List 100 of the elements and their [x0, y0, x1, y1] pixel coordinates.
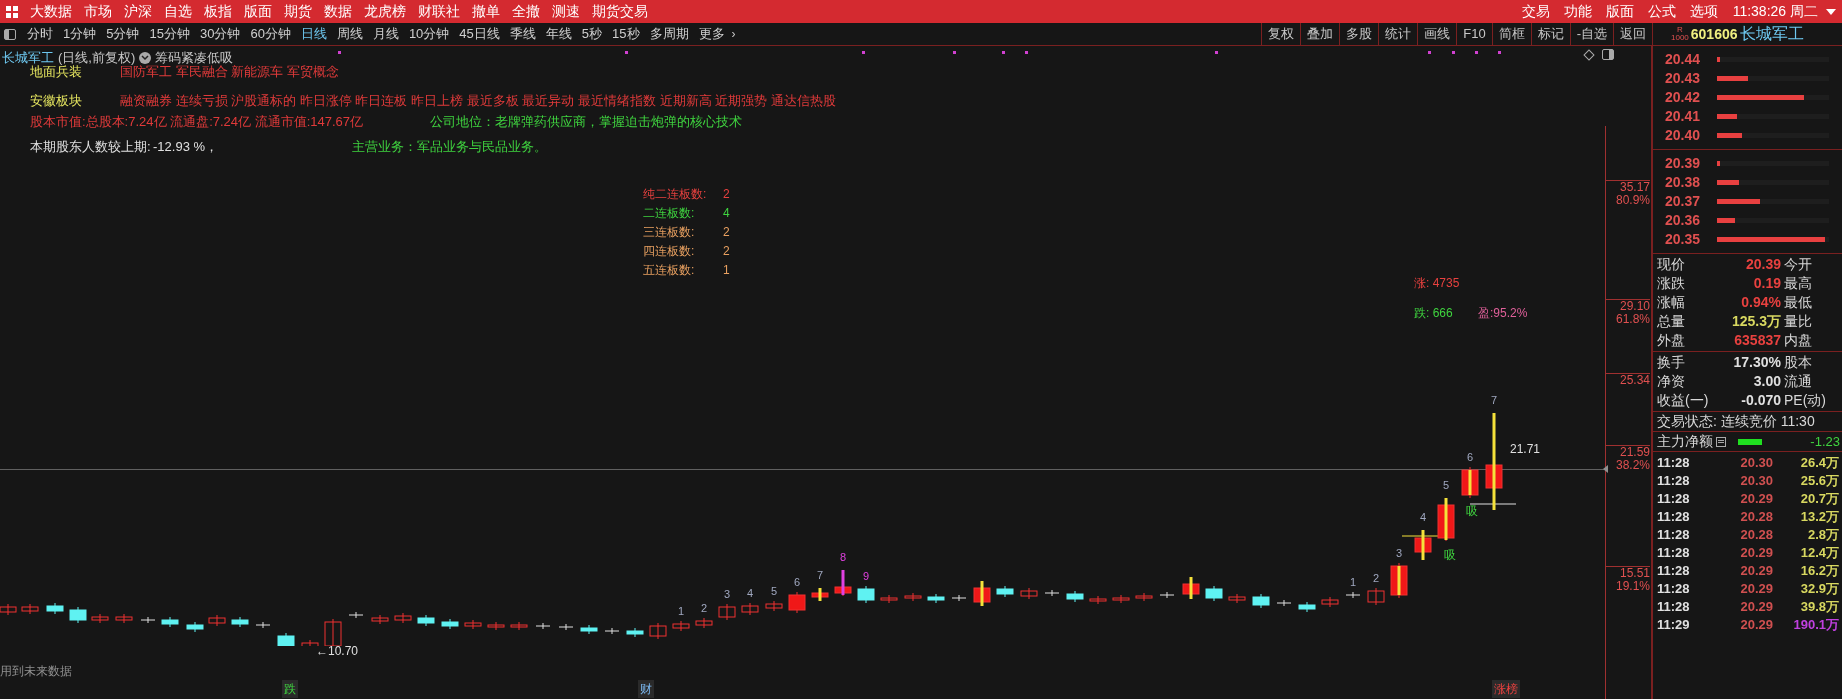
panel-toggle-icon[interactable]	[1602, 49, 1614, 60]
tool-button[interactable]: 多股	[1339, 23, 1379, 45]
menu-item[interactable]: 龙虎榜	[358, 1, 412, 22]
count-label: 2	[699, 601, 709, 615]
price-tick: 35.17	[1606, 180, 1650, 194]
capital-info: 股本市值:总股本:7.24亿 流通盘:7.24亿 流通市值:147.67亿	[30, 113, 364, 131]
period-tab[interactable]: 30分钟	[194, 24, 246, 44]
count-label: 2	[1371, 571, 1381, 585]
menu-item[interactable]: 测速	[546, 1, 586, 22]
count-label: 6	[1465, 450, 1475, 464]
tick-time: 11:29	[1657, 616, 1691, 635]
info-label: 安徽板块	[30, 91, 83, 110]
menu-item[interactable]: 数据	[318, 1, 358, 22]
menu-item[interactable]: 版面	[1598, 1, 1641, 22]
candle	[0, 603, 17, 616]
tool-button[interactable]: 画线	[1417, 23, 1457, 45]
candle	[115, 613, 133, 624]
menu-item[interactable]: 市场	[78, 1, 118, 22]
menu-item[interactable]: 沪深	[118, 1, 158, 22]
menu-item[interactable]: 选项	[1682, 1, 1725, 22]
tool-button[interactable]: -自选	[1569, 23, 1613, 45]
candle	[371, 614, 389, 625]
menu-item[interactable]: 财联社	[412, 1, 466, 22]
stat-label: 总量	[1657, 312, 1686, 331]
tool-button[interactable]: 返回	[1613, 23, 1652, 45]
board-count-value: 1	[723, 262, 730, 279]
stat-label: 现价	[1657, 255, 1686, 274]
menu-item[interactable]: 功能	[1556, 1, 1599, 22]
stat-value: 20.39	[1744, 255, 1781, 274]
signal-tag: 涨榜	[1492, 680, 1520, 698]
stat-value: 0.19	[1752, 274, 1781, 293]
period-tab[interactable]: 季线	[504, 24, 541, 44]
stat-value: 3.00	[1752, 372, 1781, 391]
order-price: 20.44	[1665, 50, 1702, 69]
tool-button[interactable]: 复权	[1261, 23, 1301, 45]
period-tab[interactable]: 分时	[22, 24, 58, 44]
list-icon[interactable]	[1716, 436, 1726, 447]
order-price: 20.35	[1665, 230, 1702, 249]
menu-item[interactable]: 期货交易	[586, 1, 654, 22]
chevron-right-icon[interactable]: ›	[731, 25, 736, 43]
period-tab[interactable]: 周线	[331, 24, 368, 44]
menu-item[interactable]: 自选	[158, 1, 198, 22]
period-tab[interactable]: 年线	[540, 24, 577, 44]
menu-item[interactable]: 大数据	[24, 1, 78, 22]
price-tick: 25.34	[1606, 373, 1650, 387]
candle	[140, 616, 156, 624]
stat-value: -0.070	[1740, 391, 1781, 410]
candle	[857, 585, 875, 604]
period-tab[interactable]: 45日线	[454, 24, 505, 44]
period-tab[interactable]: 5分钟	[101, 24, 145, 44]
tool-button[interactable]: 叠加	[1300, 23, 1340, 45]
period-tab[interactable]: 15分钟	[144, 24, 195, 44]
profit-ratio: 盈:95.2%	[1478, 305, 1528, 322]
tick-volume: 25.6万	[1799, 472, 1839, 491]
menu-item[interactable]: 撤单	[466, 1, 506, 22]
period-tab[interactable]: 60分钟	[245, 24, 296, 44]
tick-time: 11:28	[1657, 544, 1691, 563]
count-label: 4	[745, 586, 755, 600]
grid-menu-icon[interactable]	[6, 5, 18, 18]
candle	[394, 612, 412, 624]
period-tab[interactable]: 15秒	[607, 24, 645, 44]
main-business: 主营业务：军品业务与民品业务。	[352, 138, 547, 156]
percent-tick: 19.1%	[1615, 580, 1650, 593]
period-tab[interactable]: 10分钟	[403, 24, 455, 44]
candle	[46, 602, 64, 615]
candle	[1390, 562, 1408, 599]
tool-button[interactable]: F10	[1456, 23, 1492, 45]
price-tick: 21.59	[1606, 445, 1650, 459]
indicator-name: 筹码紧凑低吸	[155, 49, 234, 65]
tool-button[interactable]: 统计	[1378, 23, 1418, 45]
period-tab[interactable]: 月线	[367, 24, 404, 44]
price-tick: 15.51	[1606, 566, 1650, 580]
period-tab[interactable]: 日线	[295, 24, 332, 44]
stat-label: 净资	[1657, 372, 1686, 391]
candle	[1414, 530, 1432, 560]
signal-tag: 财	[638, 680, 654, 698]
menu-item[interactable]: 全撤	[506, 1, 546, 22]
period-tab[interactable]: 多周期	[644, 24, 694, 44]
stat-label: 最低	[1783, 293, 1812, 312]
menu-item[interactable]: 版面	[238, 1, 278, 22]
caret-icon[interactable]	[1826, 8, 1836, 15]
menu-item[interactable]: 公式	[1640, 1, 1683, 22]
candle	[1066, 590, 1084, 603]
menu-item[interactable]: 板指	[198, 1, 238, 22]
tool-button[interactable]: 简框	[1491, 23, 1531, 45]
candle	[880, 594, 898, 604]
candle	[1321, 596, 1339, 608]
tool-button[interactable]: 标记	[1530, 23, 1570, 45]
stat-value: 0.94%	[1740, 293, 1781, 312]
board-count-value: 2	[723, 224, 730, 241]
count-label: 3	[722, 587, 732, 601]
panel-toggle-icon[interactable]	[4, 28, 16, 40]
menu-item[interactable]: 交易	[1514, 1, 1557, 22]
menu-item[interactable]: 期货	[278, 1, 318, 22]
candle	[1437, 498, 1455, 542]
period-tab[interactable]: 更多	[693, 24, 730, 44]
period-tab[interactable]: 1分钟	[58, 24, 102, 44]
tick-volume: 20.7万	[1799, 490, 1839, 509]
percent-tick: 61.8%	[1615, 313, 1650, 326]
period-tab[interactable]: 5秒	[576, 24, 608, 44]
